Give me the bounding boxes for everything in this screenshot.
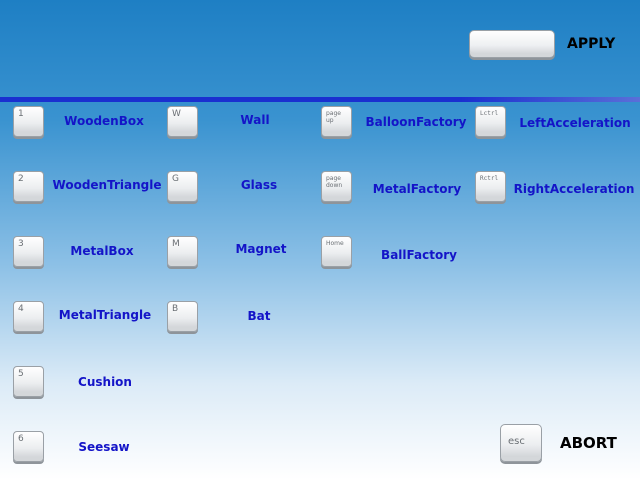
header-divider [0, 97, 640, 102]
key-cap: 4 [18, 304, 24, 314]
label-metaltriangle: MetalTriangle [58, 308, 152, 322]
key-cap: G [172, 174, 179, 184]
label-bat: Bat [247, 309, 271, 323]
label-woodentriangle: WoodenTriangle [52, 178, 162, 192]
key-cap: page up [326, 110, 341, 124]
key-cap: 5 [18, 369, 24, 379]
abort-label[interactable]: ABORT [560, 434, 617, 452]
key-cap: 6 [18, 434, 24, 444]
label-balloonfactory: BalloonFactory [365, 115, 467, 129]
key-cap: esc [508, 436, 525, 447]
key-cap: Rctrl [480, 175, 499, 182]
key-cap: M [172, 239, 180, 249]
key-cap: 3 [18, 239, 24, 249]
label-ballfactory: BallFactory [381, 248, 457, 262]
label-glass: Glass [240, 178, 278, 192]
label-woodenbox: WoodenBox [64, 114, 144, 128]
label-seesaw: Seesaw [78, 440, 130, 454]
label-rightacceleration: RightAcceleration [513, 182, 635, 196]
key-cap: Home [326, 240, 344, 247]
esc-key-button[interactable]: esc [500, 424, 542, 462]
key-cap: 1 [18, 109, 24, 119]
key-cap: page down [326, 175, 343, 189]
label-magnet: Magnet [235, 242, 287, 256]
key-cap: B [172, 304, 179, 314]
key-cap: Lctrl [480, 110, 499, 117]
label-metalbox: MetalBox [70, 244, 134, 258]
label-wall: Wall [240, 113, 270, 127]
label-metalfactory: MetalFactory [372, 182, 462, 196]
key-cap: 2 [18, 174, 24, 184]
label-leftacceleration: LeftAcceleration [519, 116, 631, 130]
apply-key-button[interactable] [469, 30, 555, 58]
label-cushion: Cushion [78, 375, 132, 389]
apply-label[interactable]: APPLY [567, 36, 615, 52]
